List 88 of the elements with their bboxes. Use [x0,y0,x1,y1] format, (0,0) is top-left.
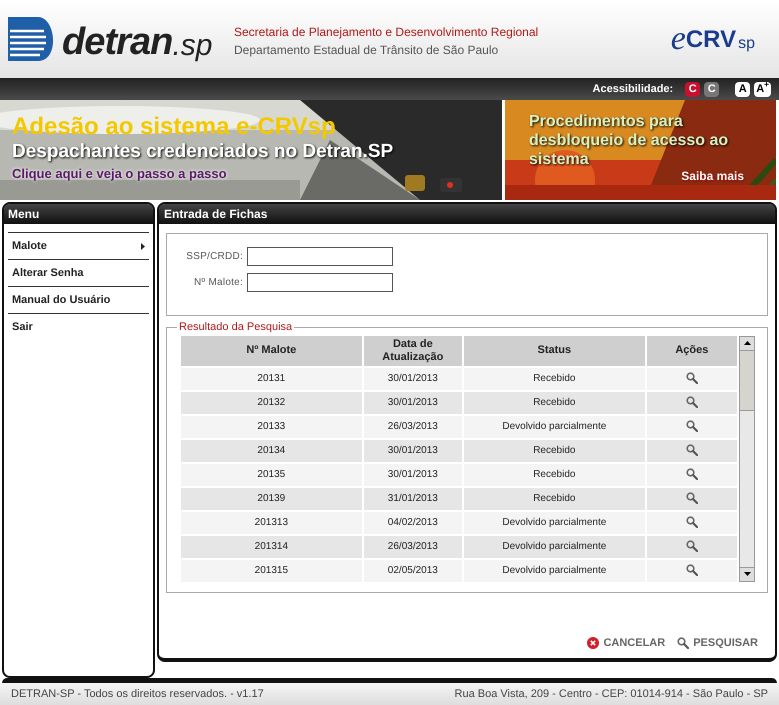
secretaria-text: Secretaria de Planejamento e Desenvolvimento Regional [234,24,538,41]
table-cell: 20132 [181,392,362,414]
table-cell: 26/03/2013 [364,416,462,438]
view-button[interactable] [686,564,698,576]
menu-item[interactable]: Sair [8,313,149,340]
accessibility-button[interactable]: A$^{+}$ [754,82,771,96]
ecrv-logo-suffix: sp [738,36,755,52]
scroll-up-icon [744,341,750,345]
column-header: Status [464,336,645,366]
search-icon [686,516,698,528]
view-button[interactable] [686,540,698,552]
search-icon [686,540,698,552]
table-cell: 02/05/2013 [364,560,462,582]
menu-item[interactable]: Malote [8,232,149,259]
ecrv-logo-prefix: e [670,22,686,56]
search-icon [686,420,698,432]
content-title: Entrada de Fichas [164,206,268,223]
view-button[interactable] [686,492,698,504]
view-button[interactable] [686,444,698,456]
search-icon [686,372,698,384]
ecrv-logo-text: CRV [686,28,736,52]
table-cell: Devolvido parcialmente [464,536,645,558]
input-field[interactable] [247,247,393,266]
table-cell: Recebido [464,368,645,390]
results-legend: Resultado da Pesquisa [177,319,294,336]
accessibility-button[interactable]: C [704,82,720,96]
table-cell: 20139 [181,488,362,510]
table-cell: 30/01/2013 [364,464,462,486]
menu-item[interactable]: Manual do Usuário [8,286,149,313]
table-cell: Recebido [464,488,645,510]
search-icon [686,468,698,480]
scrollbar[interactable] [739,336,755,582]
table-cell: Devolvido parcialmente [464,560,645,582]
search-icon [686,444,698,456]
banner-subtitle: Despachantes credenciados no Detran.SP [12,140,394,164]
menu-item[interactable]: Alterar Senha [8,259,149,286]
column-header: Data de Atualização [364,336,462,366]
table-cell: 30/01/2013 [364,440,462,462]
scroll-down-icon [744,572,750,576]
sidebar-title: Menu [8,206,40,223]
search-icon [686,492,698,504]
view-button[interactable] [686,372,698,384]
table-cell: 20134 [181,440,362,462]
table-cell: 20131 [181,368,362,390]
input-field[interactable] [247,273,393,292]
scroll-thumb[interactable] [740,350,754,410]
search-icon [686,564,698,576]
table-cell: Devolvido parcialmente [464,416,645,438]
action-button[interactable]: PESQUISAR [677,634,758,651]
table-cell: 201314 [181,536,362,558]
departamento-text: Departamento Estadual de Trânsito de São Paulo [234,42,500,59]
column-header: Ações [646,336,737,366]
column-header: Nº Malote [181,336,362,366]
table-cell: 30/01/2013 [364,392,462,414]
search-icon [677,636,690,649]
table-cell: 20133 [181,416,362,438]
accessibility-button[interactable]: C [685,82,700,96]
view-button[interactable] [686,516,698,528]
table-cell: Recebido [464,392,645,414]
banner-link[interactable]: Clique aqui e veja o passo a passo [12,164,502,184]
footer-copyright: DETRAN-SP - Todos os direitos reservados. - v1.17 [11,686,264,702]
view-button[interactable] [686,396,698,408]
table-cell: 30/01/2013 [364,368,462,390]
logo-suffix: .sp [172,31,212,61]
field-label: Nº Malote: [193,276,244,290]
table-cell: Devolvido parcialmente [464,512,645,534]
logo-text: detran [62,23,172,61]
accessibility-label: Acessibilidade: [592,82,674,97]
view-button[interactable] [686,468,698,480]
accessibility-button[interactable]: A [735,82,750,96]
table-cell: 31/01/2013 [364,488,462,510]
table-cell: Recebido [464,464,645,486]
field-label: SSP/CRDD: [185,250,244,264]
table-cell: Recebido [464,440,645,462]
table-cell: 201313 [181,512,362,534]
banner-title: Adesão ao sistema e-CRVsp [12,114,337,140]
action-button[interactable]: CANCELAR [587,634,666,651]
table-cell: 201315 [181,560,362,582]
search-icon [686,396,698,408]
submenu-arrow-icon [141,242,145,250]
table-cell: 04/02/2013 [364,512,462,534]
table-cell: 26/03/2013 [364,536,462,558]
banner-link[interactable]: Saiba mais [681,169,744,183]
table-cell: 20135 [181,464,362,486]
view-button[interactable] [686,420,698,432]
footer-address: Rua Boa Vista, 209 - Centro - CEP: 01014-914 - São Paulo - SP [454,686,768,702]
cancel-icon [587,636,600,649]
banner[interactable]: Adesão ao sistema e-CRVsp Despachantes credenciados no Detran.SP Clique aqui e veja o passo a passo [0,100,502,200]
